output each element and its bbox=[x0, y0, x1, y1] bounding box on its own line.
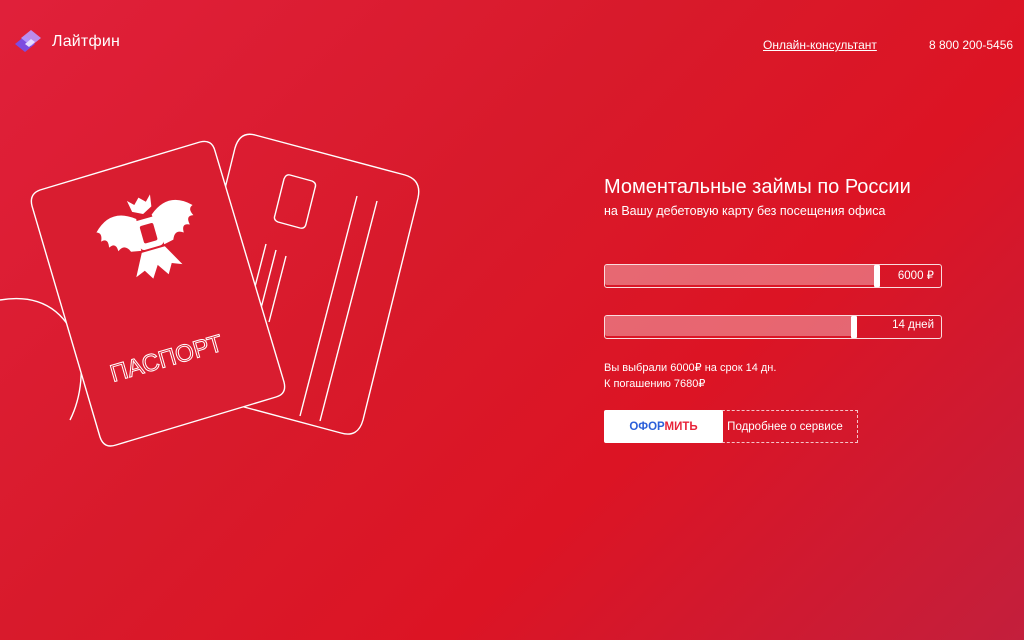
summary-repayment: К погашению 7680₽ bbox=[604, 378, 706, 390]
term-slider[interactable]: 14 дней bbox=[604, 315, 942, 339]
logo-icon bbox=[15, 30, 41, 52]
amount-slider-handle[interactable] bbox=[874, 265, 880, 287]
passport-drawing bbox=[30, 140, 286, 447]
amount-slider[interactable]: 6000 ₽ bbox=[604, 264, 942, 288]
brand-logo[interactable]: Лайтфин bbox=[12, 28, 120, 56]
online-consultant-link[interactable]: Онлайн-консультант bbox=[763, 38, 877, 52]
loan-summary: Вы выбрали 6000₽ на срок 14 дн. К погаше… bbox=[604, 360, 776, 392]
term-slider-handle[interactable] bbox=[851, 316, 857, 338]
more-about-service-button[interactable]: Подробнее о сервисе bbox=[712, 410, 858, 443]
summary-selection: Вы выбрали 6000₽ на срок 14 дн. bbox=[604, 362, 777, 374]
brand-name: Лайтфин bbox=[52, 33, 121, 50]
apply-label-part2: МИТЬ bbox=[664, 420, 698, 433]
amount-slider-fill bbox=[605, 265, 874, 285]
passport-card-illustration: ПАСПОРТ bbox=[0, 120, 440, 455]
header: Лайтфин Онлайн-консультант 8 800 200-545… bbox=[0, 0, 1024, 90]
amount-value: 6000 ₽ bbox=[897, 270, 934, 282]
hero-section: Моментальные займы по России на Вашу деб… bbox=[604, 174, 964, 218]
hero-title: Моментальные займы по России bbox=[604, 176, 911, 198]
phone-number: 8 800 200-5456 bbox=[929, 38, 1014, 52]
apply-button[interactable]: ОФОРМИТЬ bbox=[604, 410, 723, 443]
term-slider-fill bbox=[605, 316, 851, 336]
hero-subtitle: на Вашу дебетовую карту без посещения оф… bbox=[604, 204, 886, 218]
term-value: 14 дней bbox=[892, 319, 934, 331]
apply-label-part1: ОФОР bbox=[629, 420, 665, 433]
